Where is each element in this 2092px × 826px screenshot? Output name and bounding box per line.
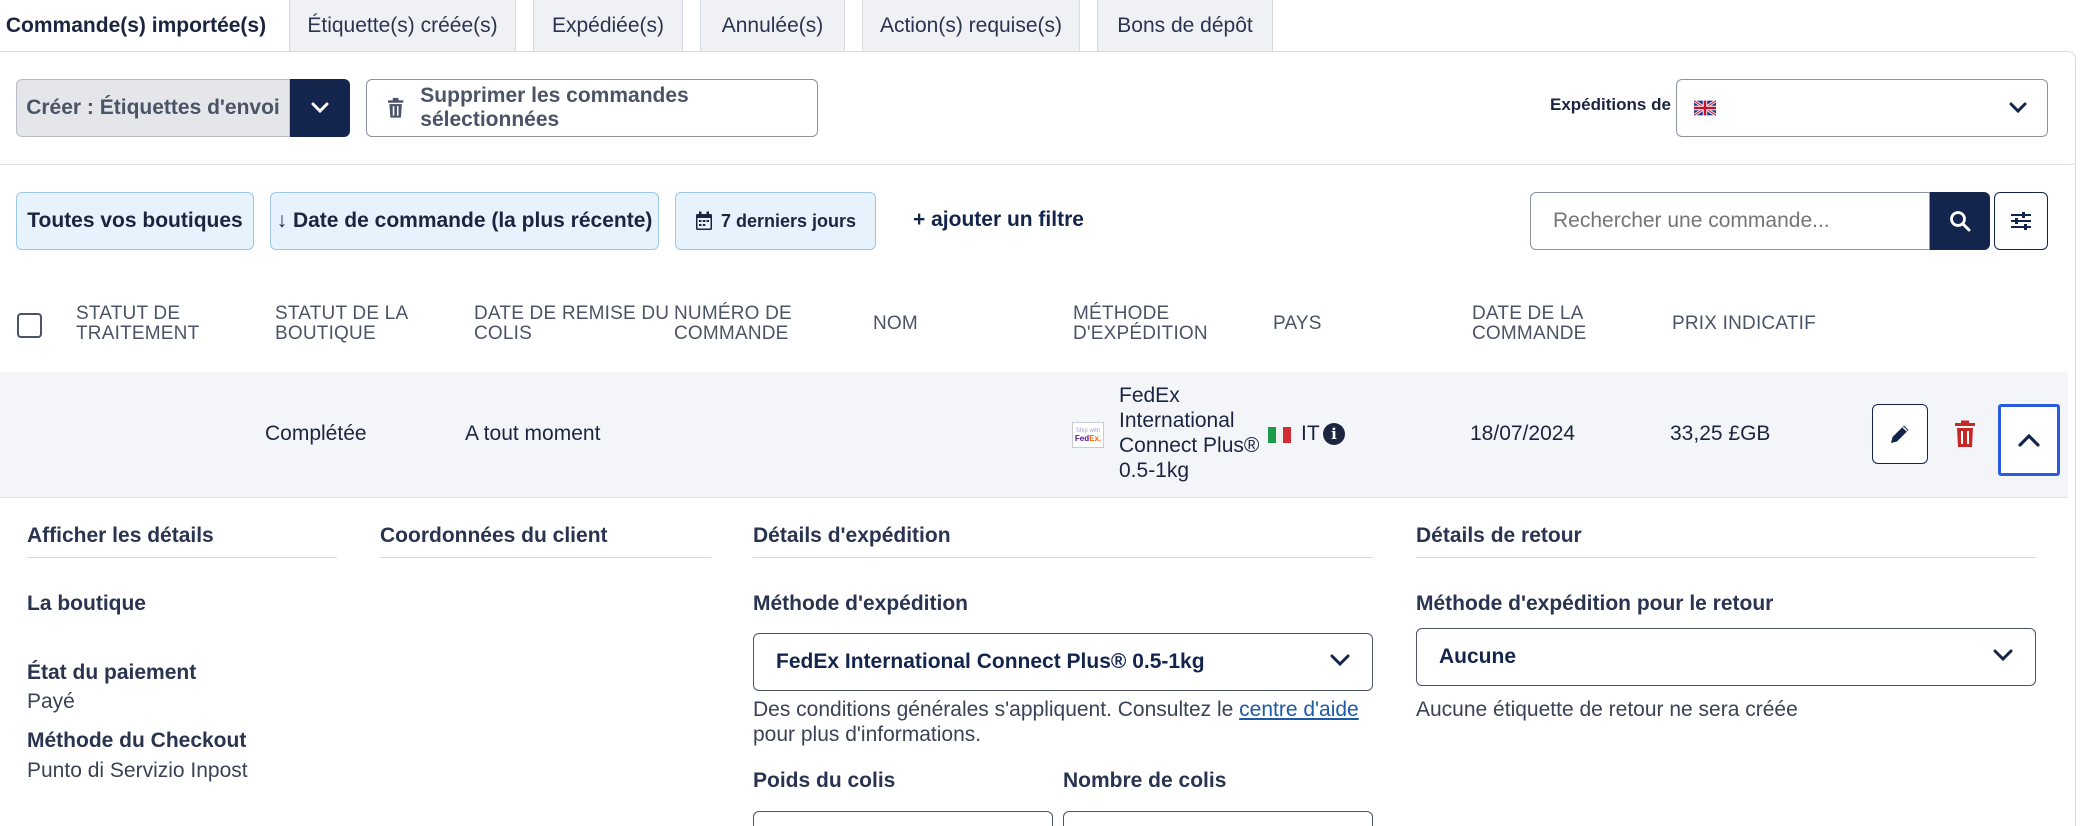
column-header-name[interactable]: NOM	[873, 314, 918, 334]
tab-cancelled[interactable]: Annulée(s)	[700, 0, 845, 52]
column-header-order-date[interactable]: DATE DE LA COMMANDE	[1472, 304, 1587, 344]
shipping-from-label: Expéditions de	[1550, 95, 1671, 114]
country-cell: IT	[1301, 422, 1320, 445]
shipping-from-select[interactable]	[1676, 79, 2048, 137]
section-divider	[27, 557, 337, 558]
return-method-selected: Aucune	[1439, 645, 1517, 668]
select-all-checkbox[interactable]	[17, 313, 42, 338]
search-icon	[1950, 211, 1971, 232]
payment-status-label: État du paiement	[27, 661, 197, 684]
shipping-terms-note: Des conditions générales s'appliquent. C…	[753, 698, 1359, 746]
calendar-icon	[695, 211, 712, 230]
shipping-method-select[interactable]: FedEx International Connect Plus® 0.5-1k…	[753, 633, 1373, 691]
search-button[interactable]	[1930, 192, 1990, 250]
section-divider	[380, 557, 711, 558]
chevron-down-icon	[2009, 102, 2027, 114]
column-settings-button[interactable]	[1994, 192, 2048, 250]
delete-order-button[interactable]	[1950, 417, 1980, 451]
chevron-down-icon	[1993, 649, 2013, 662]
row-divider	[0, 497, 2068, 498]
chevron-up-icon	[2018, 433, 2040, 447]
shipping-method-label: Méthode d'expédition	[753, 592, 968, 615]
column-header-order-number[interactable]: NUMÉRO DE COMMANDE	[674, 304, 792, 344]
delete-selected-button[interactable]: Supprimer les commandes sélectionnées	[366, 79, 818, 137]
trash-icon	[387, 97, 404, 118]
pencil-icon	[1891, 425, 1909, 443]
date-range-label: 7 derniers jours	[720, 210, 857, 231]
tab-action-required[interactable]: Action(s) requise(s)	[862, 0, 1080, 52]
tab-labels-created[interactable]: Étiquette(s) créée(s)	[289, 0, 516, 52]
fedex-logo: Ship with FedEx.	[1072, 422, 1104, 448]
uk-flag-icon	[1694, 100, 1716, 116]
help-center-link[interactable]: centre d'aide	[1239, 698, 1359, 721]
column-header-price[interactable]: PRIX INDICATIF	[1672, 314, 1816, 334]
parcel-count-label: Nombre de colis	[1063, 769, 1227, 792]
sliders-icon	[2011, 212, 2031, 230]
chevron-down-icon	[1330, 654, 1350, 667]
collapse-row-button[interactable]	[1998, 404, 2060, 476]
italy-flag-icon	[1268, 427, 1292, 443]
toolbar-divider	[0, 164, 2076, 165]
order-tabs: Commande(s) importée(s) Étiquette(s) cré…	[0, 0, 2092, 52]
tab-shipped[interactable]: Expédiée(s)	[533, 0, 683, 52]
order-date-cell: 18/07/2024	[1470, 422, 1576, 445]
trash-icon	[1955, 420, 1975, 447]
price-cell: 33,25 £GB	[1670, 422, 1771, 445]
handover-date-cell: A tout moment	[465, 422, 601, 445]
chevron-down-icon	[311, 102, 329, 114]
column-header-country[interactable]: PAYS	[1273, 314, 1322, 334]
checkout-method-value: Punto di Servizio Inpost	[27, 759, 248, 782]
sort-filter[interactable]: ↓ Date de commande (la plus récente)	[270, 192, 659, 250]
column-header-processing-status[interactable]: STATUT DE TRAITEMENT	[76, 304, 199, 344]
return-details-title: Détails de retour	[1416, 524, 1582, 547]
customer-details-title: Coordonnées du client	[380, 524, 608, 547]
create-options-button[interactable]	[290, 79, 350, 137]
add-filter-link[interactable]: + ajouter un filtre	[913, 208, 1084, 232]
delete-selected-label: Supprimer les commandes sélectionnées	[420, 84, 689, 131]
parcel-weight-input[interactable]	[753, 811, 1053, 826]
return-method-select[interactable]: Aucune	[1416, 628, 2036, 686]
tab-imported-orders[interactable]: Commande(s) importée(s)	[0, 0, 272, 52]
shop-status-cell: Complétée	[265, 422, 367, 445]
section-divider	[753, 557, 1373, 558]
return-method-label: Méthode d'expédition pour le retour	[1416, 592, 1774, 615]
section-divider	[1416, 557, 2036, 558]
date-range-filter[interactable]: 7 derniers jours	[675, 192, 876, 250]
tab-deposit-slips[interactable]: Bons de dépôt	[1097, 0, 1273, 52]
shipping-method-selected: FedEx International Connect Plus® 0.5-1k…	[776, 650, 1205, 673]
payment-status-value: Payé	[27, 690, 75, 713]
search-input[interactable]	[1530, 192, 1930, 250]
shops-filter[interactable]: Toutes vos boutiques	[16, 192, 254, 250]
checkout-method-label: Méthode du Checkout	[27, 729, 247, 752]
edit-order-button[interactable]	[1872, 404, 1928, 464]
shipping-method-cell: FedEx International Connect Plus® 0.5-1k…	[1119, 384, 1260, 482]
column-header-shipping-method[interactable]: MÉTHODE D'EXPÉDITION	[1073, 304, 1208, 344]
column-header-handover-date[interactable]: DATE DE REMISE DU COLIS	[474, 304, 669, 344]
return-label-note: Aucune étiquette de retour ne sera créée	[1416, 698, 1798, 721]
shipping-details-title: Détails d'expédition	[753, 524, 951, 547]
create-labels-button[interactable]: Créer : Étiquettes d'envoi	[16, 79, 290, 137]
column-header-shop-status[interactable]: STATUT DE LA BOUTIQUE	[275, 304, 408, 344]
show-details-title: Afficher les détails	[27, 524, 214, 547]
info-icon[interactable]: i	[1323, 423, 1345, 445]
parcel-weight-label: Poids du colis	[753, 769, 896, 792]
parcel-count-input[interactable]	[1063, 811, 1373, 826]
shop-label: La boutique	[27, 592, 146, 615]
